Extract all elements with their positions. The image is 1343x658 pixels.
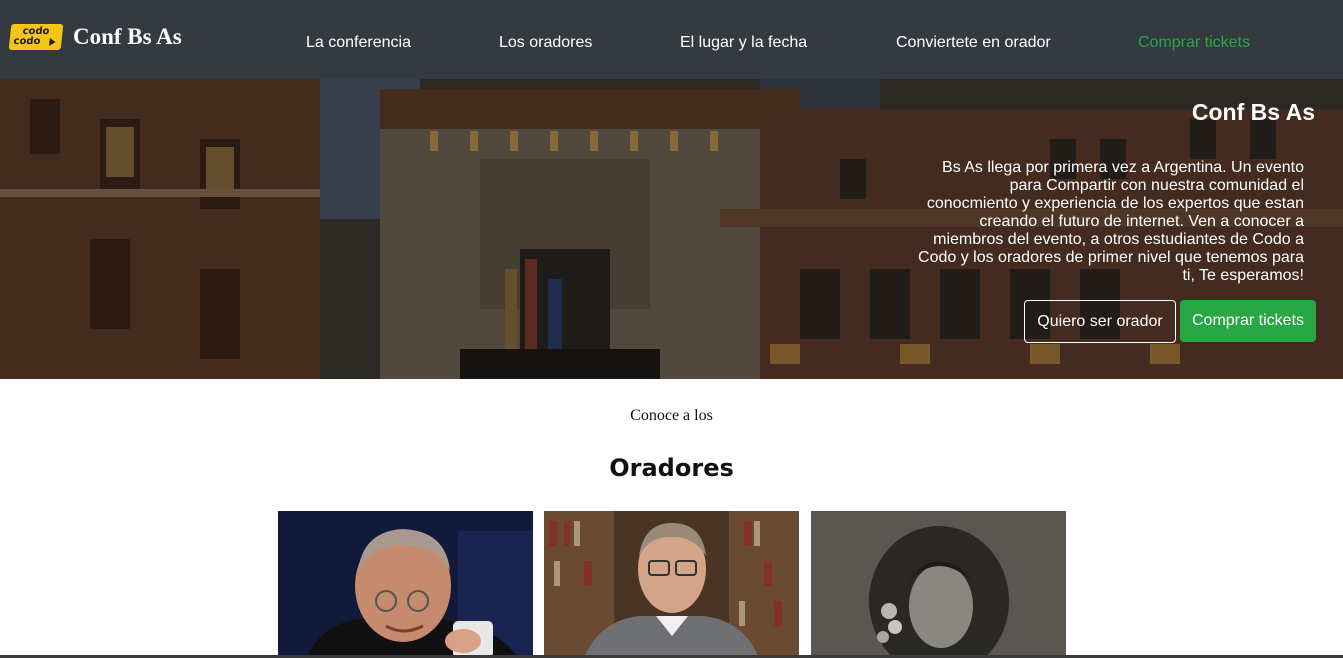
speaker-photo-2: [544, 511, 799, 658]
speakers-title: Oradores: [609, 454, 734, 482]
nav-link-lugar-fecha[interactable]: El lugar y la fecha: [680, 34, 807, 52]
brand-name: Conf Bs As: [73, 24, 182, 49]
speaker-card-1[interactable]: [278, 511, 533, 658]
hero-title: Conf Bs As: [1191, 99, 1315, 125]
logo-arrow-icon: [49, 38, 56, 46]
hero-description: Bs As llega por primera vez a Argentina.…: [918, 159, 1304, 284]
speaker-photo-1: [278, 511, 533, 658]
brand-home-link[interactable]: codo codo Conf Bs As: [8, 24, 182, 50]
nav-link-la-conferencia[interactable]: La conferencia: [306, 34, 411, 52]
speaker-card-2[interactable]: [544, 511, 799, 658]
comprar-tickets-button[interactable]: Comprar tickets: [1180, 300, 1316, 342]
nav-link-comprar-tickets[interactable]: Comprar tickets: [1138, 34, 1250, 52]
speakers-subtitle: Conoce a los: [630, 407, 713, 424]
top-navbar: codo codo Conf Bs As La conferencia Los …: [0, 0, 1343, 79]
nav-link-conviertete-orador[interactable]: Conviertete en orador: [896, 34, 1051, 52]
hero-banner: Conf Bs As Bs As llega por primera vez a…: [0, 79, 1343, 379]
codo-a-codo-logo: codo codo: [8, 24, 64, 50]
nav-link-los-oradores[interactable]: Los oradores: [499, 34, 592, 52]
speaker-card-3[interactable]: [811, 511, 1066, 658]
speaker-photo-3: [811, 511, 1066, 658]
quiero-ser-orador-button[interactable]: Quiero ser orador: [1024, 300, 1176, 343]
